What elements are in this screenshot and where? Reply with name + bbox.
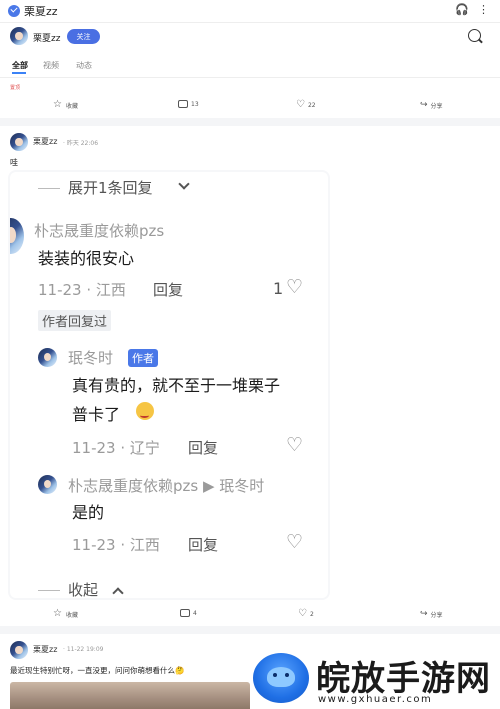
app-title: 栗夏zz bbox=[24, 5, 58, 18]
like-button[interactable]: ♡ 22 bbox=[296, 100, 316, 110]
heart-icon: ♡ bbox=[296, 99, 305, 110]
post1-share-label: 分享 bbox=[430, 611, 443, 619]
chevron-down-icon bbox=[178, 178, 190, 190]
post2-time: · 11-22 19:09 bbox=[63, 646, 104, 653]
commenter-avatar bbox=[10, 218, 24, 254]
comment-screenshot: 展开1条回复 朴志晟重度依赖pzs 装装的很安心 11-23 · 江西 回复 1… bbox=[10, 172, 328, 598]
watermark-title: 皖放手游网 bbox=[316, 659, 491, 699]
reply2-meta: 11-23 · 江西 bbox=[72, 536, 160, 554]
post1-collect-label: 收藏 bbox=[66, 611, 79, 619]
star-icon: ☆ bbox=[53, 608, 62, 619]
post2-photo[interactable] bbox=[10, 682, 250, 709]
search-icon[interactable] bbox=[468, 29, 481, 42]
post1-collect-button[interactable]: ☆ 收藏 bbox=[53, 609, 78, 619]
expand-dash bbox=[38, 188, 60, 189]
post1-comment-count: 4 bbox=[193, 609, 197, 617]
post2-text: 最近现生特别忙呀，一直没更，问问你萌想看什么🤔 bbox=[10, 666, 185, 675]
share-icon: ↪ bbox=[420, 609, 428, 619]
share-button[interactable]: ↪ 分享 bbox=[420, 100, 443, 110]
feed-separator bbox=[0, 118, 500, 126]
collect-button[interactable]: ☆ 收藏 bbox=[53, 100, 78, 110]
comment-author: 朴志晟重度依赖pzs bbox=[34, 222, 165, 240]
reply1-reply: 回复 bbox=[188, 439, 219, 457]
reply1-text-line2: 普卡了 bbox=[72, 405, 121, 424]
share-icon: ↪ bbox=[420, 100, 428, 110]
reply1-text-line1: 真有贵的，就不至于一堆栗子 bbox=[72, 376, 281, 395]
post-text: 哇 bbox=[10, 158, 18, 167]
tab-video[interactable]: 视频 bbox=[43, 60, 59, 71]
blush-emoji-icon bbox=[136, 402, 154, 420]
author-badge: 作者 bbox=[128, 349, 158, 367]
post-time: · 昨天 22:06 bbox=[63, 140, 99, 147]
profile-avatar[interactable] bbox=[10, 27, 28, 45]
post-author: 栗夏zz bbox=[33, 137, 58, 146]
headphones-icon[interactable]: 🎧 bbox=[455, 3, 469, 16]
chevron-up-icon bbox=[112, 587, 124, 598]
tab-dynamic[interactable]: 动态 bbox=[76, 60, 92, 71]
comment-like-count: 1 bbox=[273, 279, 284, 298]
heart-icon: ♡ bbox=[298, 608, 307, 619]
author-replied-tag: 作者回复过 bbox=[38, 310, 112, 331]
post1-comment-button[interactable]: 4 bbox=[180, 609, 197, 617]
reply2-reply: 回复 bbox=[188, 536, 219, 554]
post2-author: 栗夏zz bbox=[33, 645, 58, 654]
reply2-avatar bbox=[38, 475, 57, 494]
reply1-heart-icon: ♡ bbox=[286, 434, 304, 456]
reply1-avatar bbox=[38, 348, 57, 367]
reply1-author: 珉冬时 bbox=[68, 349, 114, 367]
collapse-replies: 收起 bbox=[68, 581, 99, 598]
comment-reply: 回复 bbox=[153, 281, 184, 299]
topbar-divider bbox=[0, 22, 500, 23]
comment-heart-icon: ♡ bbox=[286, 276, 304, 298]
collapse-dash bbox=[38, 590, 60, 591]
tab-all[interactable]: 全部 bbox=[12, 60, 28, 71]
verified-badge-icon bbox=[8, 5, 20, 17]
reply1-meta: 11-23 · 辽宁 bbox=[72, 439, 160, 457]
tab-active-indicator bbox=[12, 72, 26, 74]
post1-like-count: 2 bbox=[309, 610, 314, 618]
share-label: 分享 bbox=[430, 102, 443, 110]
reply2-text: 是的 bbox=[72, 503, 105, 522]
expand-replies: 展开1条回复 bbox=[68, 179, 153, 197]
like-count: 22 bbox=[307, 101, 316, 109]
watermark-url: www.gxhuaer.com bbox=[318, 694, 433, 705]
profile-name: 栗夏zz bbox=[33, 34, 61, 44]
post1-share-button[interactable]: ↪ 分享 bbox=[420, 609, 443, 619]
reply2-heart-icon: ♡ bbox=[286, 531, 304, 553]
star-icon: ☆ bbox=[53, 99, 62, 110]
comment-meta: 11-23 · 江西 bbox=[38, 281, 126, 299]
pinned-label: 置顶 bbox=[10, 85, 21, 91]
more-icon[interactable]: ⋮ bbox=[478, 3, 489, 16]
comment-count: 13 bbox=[191, 100, 199, 108]
comment-button[interactable]: 13 bbox=[178, 100, 199, 108]
post-avatar[interactable] bbox=[10, 133, 28, 151]
comment-icon bbox=[180, 609, 190, 617]
comment-icon bbox=[178, 100, 188, 108]
tabs-divider bbox=[0, 77, 500, 78]
collect-label: 收藏 bbox=[66, 102, 79, 110]
post1-like-button[interactable]: ♡ 2 bbox=[298, 609, 314, 619]
feed-separator-2 bbox=[0, 626, 500, 634]
follow-button[interactable]: 关注 bbox=[67, 29, 100, 44]
post2-avatar[interactable] bbox=[10, 641, 28, 659]
reply2-author: 朴志晟重度依赖pzs ▶ 珉冬时 bbox=[68, 477, 265, 495]
comment-text: 装装的很安心 bbox=[38, 249, 135, 268]
watermark-logo-icon bbox=[253, 653, 309, 703]
